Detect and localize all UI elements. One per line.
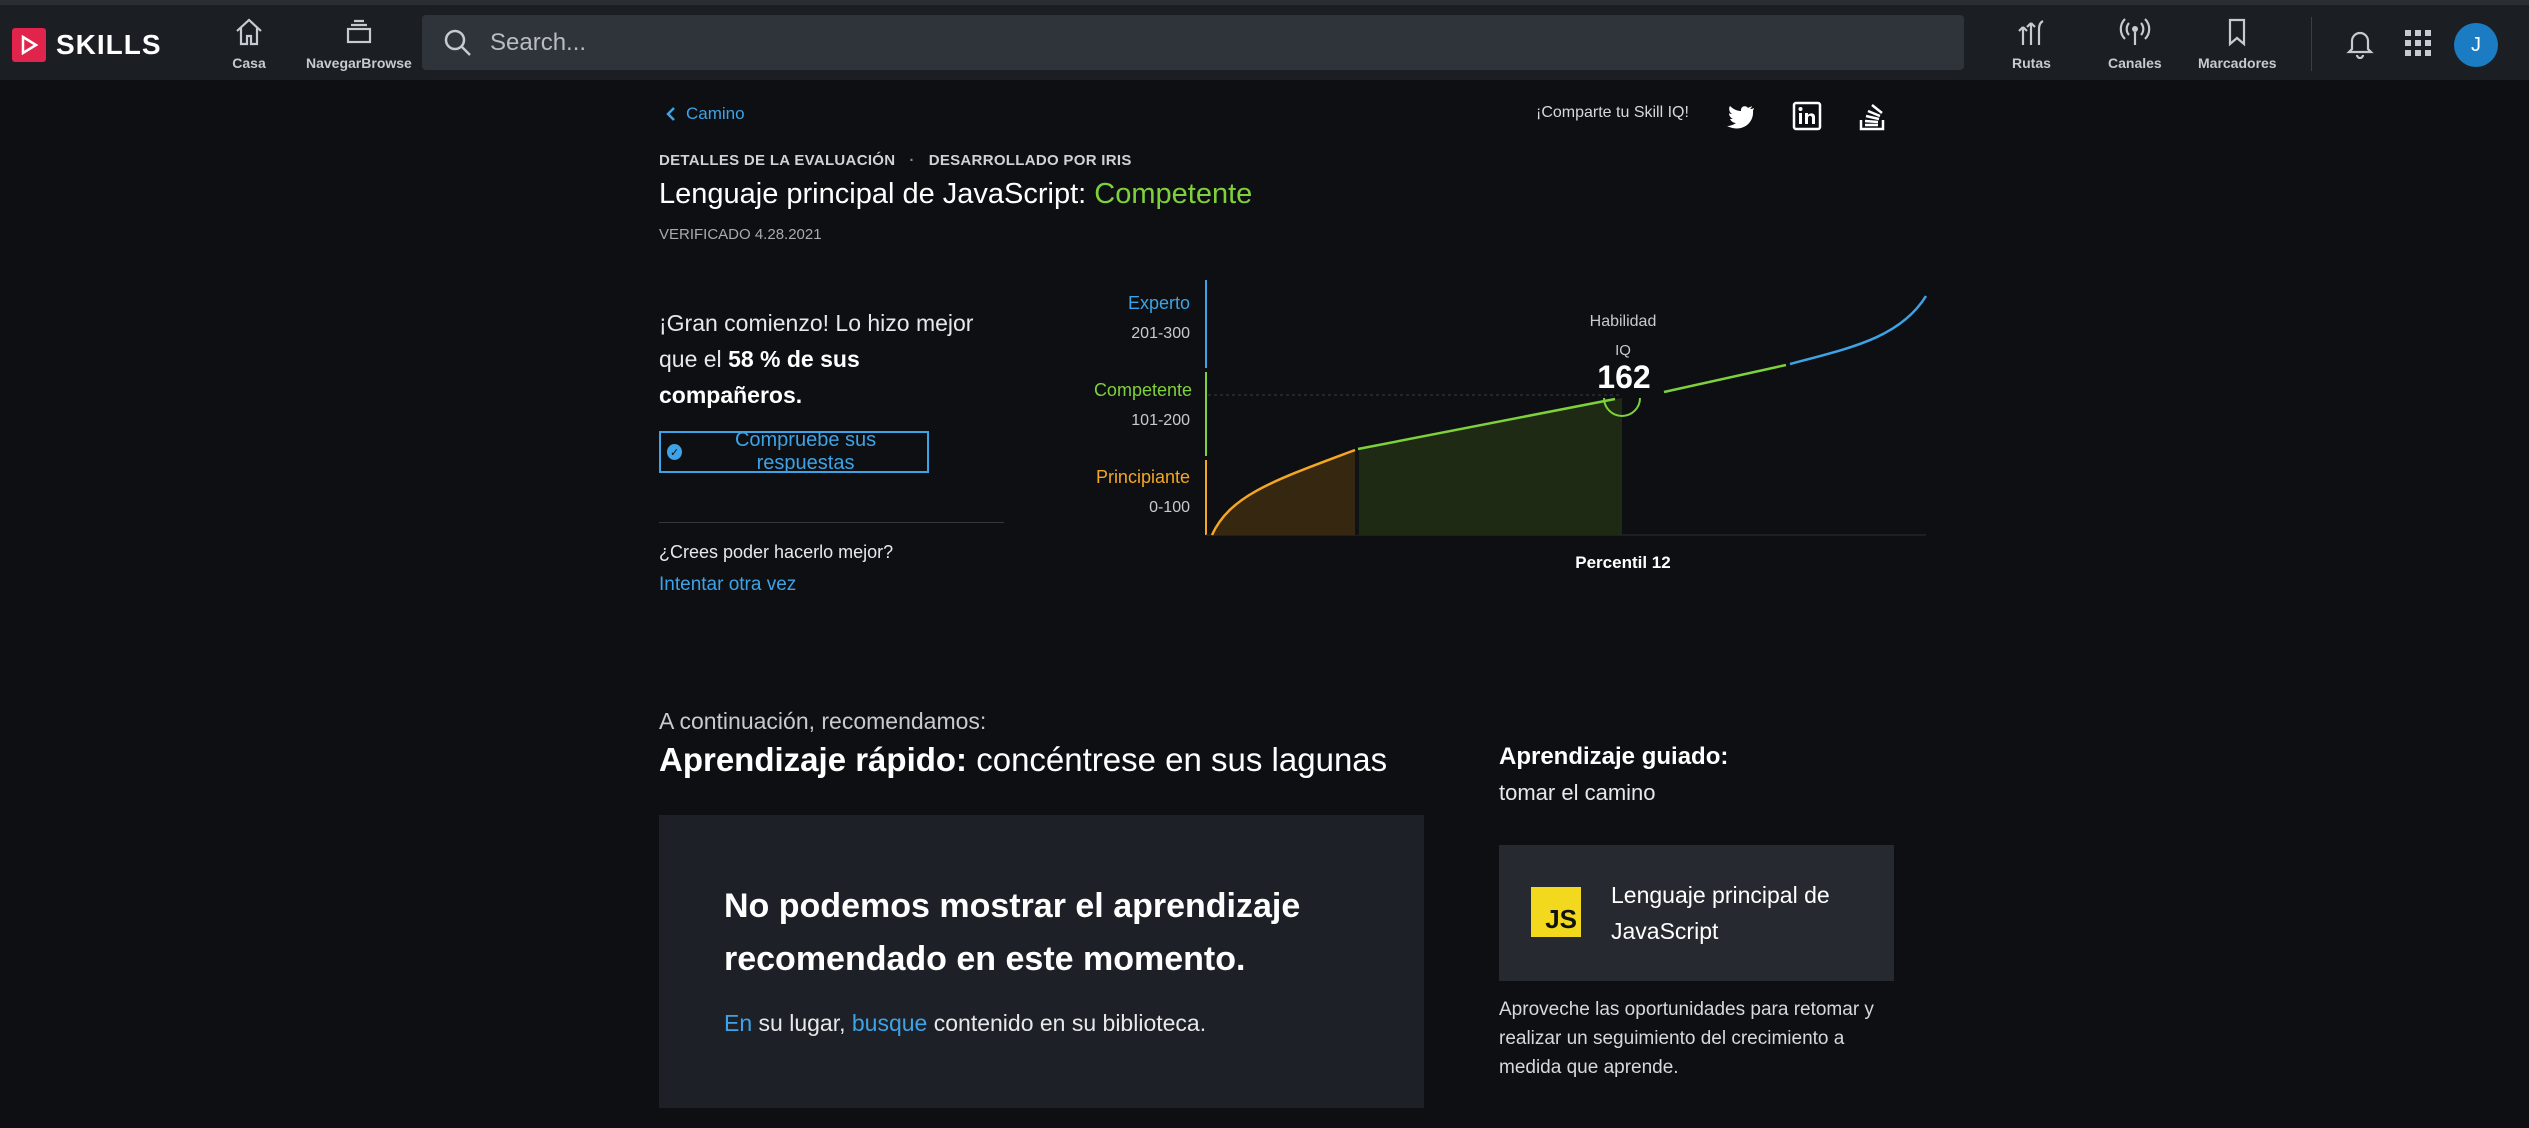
recommend-intro: A continuación, recomendamos: <box>659 708 987 734</box>
title-prefix: Lenguaje principal de JavaScript: <box>659 178 1087 210</box>
guided-description: Aproveche las oportunidades para retomar… <box>1499 999 1874 1078</box>
linkedin-icon[interactable] <box>1791 100 1823 132</box>
nav-browse-label: NavegarBrowse <box>306 55 412 71</box>
user-avatar[interactable]: J <box>2454 23 2498 67</box>
javascript-logo-icon: JS <box>1531 887 1581 937</box>
play-logo-icon <box>12 28 46 62</box>
recommendation-message: No podemos mostrar el aprendizaje recome… <box>724 887 1301 978</box>
quick-learning-bold: Aprendizaje rápido: <box>659 741 968 778</box>
guided-path-name: Lenguaje principal de JavaScript <box>1611 882 1830 944</box>
instead-link[interactable]: En <box>724 1010 752 1036</box>
check-circle-icon: ✓ <box>667 444 683 460</box>
guided-learning-heading: Aprendizaje guiado: <box>1499 743 1729 770</box>
nav-bookmarks[interactable]: Marcadores <box>2198 15 2277 71</box>
brand-name: SKILLS <box>56 29 162 60</box>
sub-end-text: contenido en su biblioteca. <box>927 1010 1207 1036</box>
browse-icon <box>346 19 372 44</box>
better-question: ¿Crees poder hacerlo mejor? <box>659 542 894 562</box>
search-icon <box>444 29 471 56</box>
competent-curve-right <box>1663 363 1787 394</box>
apps-grid-icon[interactable] <box>2404 29 2432 57</box>
sub-mid-text: su lugar, <box>752 1010 852 1036</box>
share-label: ¡Comparte tu Skill IQ! <box>1536 104 1689 121</box>
paths-icon <box>2018 20 2045 45</box>
marker-label-skill: Habilidad <box>1590 313 1657 330</box>
guided-learning-sub: tomar el camino <box>1499 780 1656 805</box>
skill-iq-chart: Experto 201-300 Competente 101-200 Princ… <box>1060 280 1940 580</box>
bookmark-icon <box>2229 18 2246 47</box>
competent-fill <box>1358 398 1622 535</box>
skill-curve-svg: Habilidad IQ 162 Percentil 12 <box>1205 280 1928 572</box>
nav-divider <box>2311 17 2312 71</box>
section-divider <box>659 522 1004 523</box>
novice-fill <box>1212 450 1355 535</box>
skill-level: Competente <box>1094 178 1253 210</box>
recommendation-panel: No podemos mostrar el aprendizaje recome… <box>659 815 1424 1108</box>
guided-path-card[interactable]: JS Lenguaje principal de JavaScript <box>1499 845 1894 981</box>
search-input[interactable] <box>488 27 1964 58</box>
nav-home-label: Casa <box>232 55 266 71</box>
back-to-path-link[interactable]: Camino <box>666 104 745 124</box>
nav-paths-label: Rutas <box>2012 55 2051 71</box>
marker-label-iq: IQ <box>1615 342 1631 359</box>
skills-logo[interactable]: SKILLS <box>12 28 162 62</box>
quick-learning-title: Aprendizaje rápido: concéntrese en sus l… <box>659 741 1387 779</box>
channels-icon <box>2119 18 2151 45</box>
notification-bell-icon[interactable] <box>2345 27 2375 59</box>
stackoverflow-icon[interactable] <box>1856 100 1888 132</box>
verified-date: VERIFICADO 4.28.2021 <box>659 226 822 243</box>
nav-bookmarks-label: Marcadores <box>2198 55 2277 71</box>
percentile-label: Percentil 12 <box>1575 553 1670 572</box>
back-label: Camino <box>686 104 745 123</box>
twitter-icon[interactable] <box>1725 100 1757 132</box>
search-library-link[interactable]: busque <box>852 1010 927 1036</box>
meta-separator: · <box>909 152 915 169</box>
search-bar[interactable] <box>422 15 1964 70</box>
nav-browse[interactable]: NavegarBrowse <box>306 15 412 71</box>
nav-home[interactable]: Casa <box>232 15 266 71</box>
top-navigation-bar: SKILLS Casa NavegarBrowse Rutas Canales … <box>0 0 2529 80</box>
nav-channels-label: Canales <box>2108 55 2162 71</box>
skill-iq-score: 162 <box>1597 359 1650 395</box>
check-answers-label: Compruebe sus respuestas <box>734 429 877 474</box>
retry-link[interactable]: Intentar otra vez <box>659 574 796 596</box>
check-answers-button[interactable]: ✓ Compruebe sus respuestas <box>659 429 929 474</box>
assessment-details-label: DETALLES DE LA EVALUACIÓN <box>659 152 896 169</box>
nav-channels[interactable]: Canales <box>2108 15 2162 71</box>
expert-curve <box>1789 295 1928 366</box>
quick-learning-rest: concéntrese en sus lagunas <box>967 741 1388 778</box>
chevron-left-icon <box>666 107 675 121</box>
nav-paths[interactable]: Rutas <box>2012 15 2051 71</box>
page-title: Lenguaje principal de JavaScript: Compet… <box>659 178 1252 211</box>
assessment-meta: DETALLES DE LA EVALUACIÓN · DESARROLLADO… <box>659 152 1132 169</box>
developed-by-label: DESARROLLADO POR IRIS <box>928 152 1132 169</box>
home-icon <box>236 18 262 46</box>
result-summary: ¡Gran comienzo! Lo hizo mejor que el 58 … <box>659 305 1009 413</box>
recommendation-sub: En su lugar, busque contenido en su bibl… <box>724 1010 1206 1037</box>
